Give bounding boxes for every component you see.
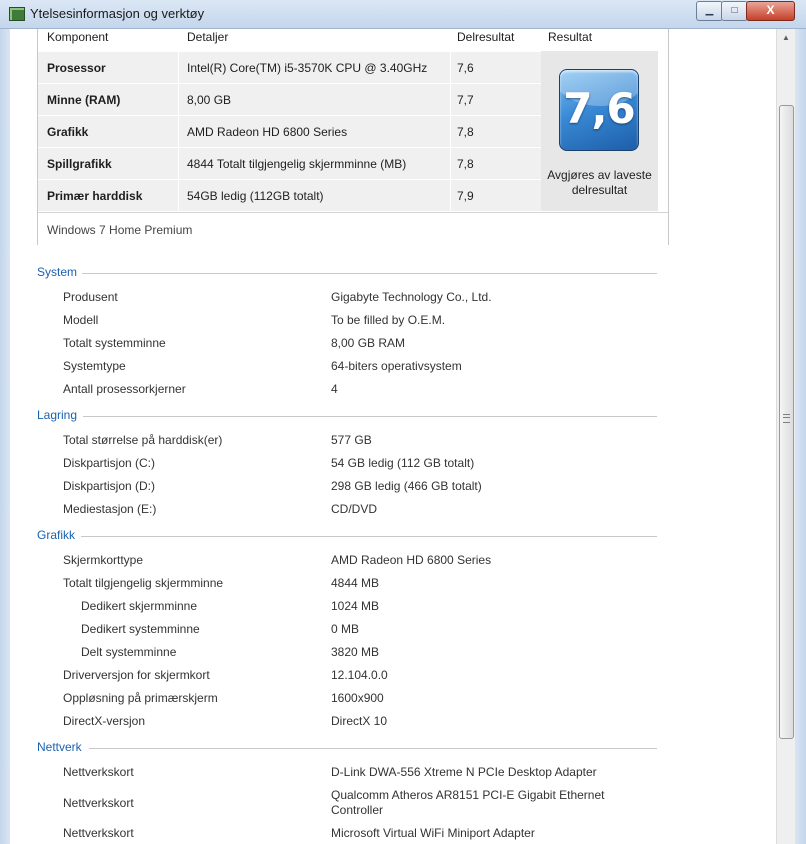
info-value: 1600x900 (331, 691, 384, 705)
info-value: 4 (331, 382, 338, 396)
info-label: Driverversjon for skjermkort (63, 668, 210, 682)
info-value: Microsoft Virtual WiFi Miniport Adapter (331, 826, 535, 840)
section-title-network: Nettverk (37, 740, 82, 754)
section-title-graphics: Grafikk (37, 528, 76, 542)
minimize-button[interactable]: ▁ (696, 1, 723, 21)
base-score-badge: 7,6 (559, 69, 639, 151)
header-component: Komponent (47, 30, 109, 44)
window-frame-left (0, 29, 10, 844)
info-value: To be filled by O.E.M. (331, 313, 446, 327)
info-value: 577 GB (331, 433, 372, 447)
scroll-up-arrow-icon[interactable]: ▲ (778, 30, 794, 46)
component-name: Spillgrafikk (47, 157, 112, 171)
info-label: Diskpartisjon (C:) (63, 456, 156, 470)
component-details: AMD Radeon HD 6800 Series (187, 125, 348, 139)
info-label: Dedikert skjermminne (81, 599, 198, 613)
component-name: Primær harddisk (47, 189, 143, 203)
info-label: Systemtype (63, 359, 126, 373)
info-value: 3820 MB (331, 645, 380, 659)
title-bar: Ytelsesinformasjon og verktøy ▁ □ X (0, 0, 806, 29)
section-divider (82, 273, 657, 274)
window-frame-right (795, 29, 806, 844)
info-value: 54 GB ledig (112 GB totalt) (331, 456, 475, 470)
close-button[interactable]: X (746, 1, 795, 21)
info-value: 8,00 GB RAM (331, 336, 406, 350)
info-label: Nettverkskort (63, 826, 134, 840)
info-label: Modell (63, 313, 99, 327)
info-label: Delt systemminne (81, 645, 177, 659)
info-value: 1024 MB (331, 599, 380, 613)
base-score-value: 7,6 (563, 84, 635, 133)
scrollbar-grip-icon (783, 414, 790, 423)
component-subscore: 7,9 (457, 189, 474, 203)
component-details: 8,00 GB (187, 93, 232, 107)
info-value: 12.104.0.0 (331, 668, 388, 682)
section-title-storage: Lagring (37, 408, 78, 422)
info-label: Antall prosessorkjerner (63, 382, 186, 396)
info-label: Skjermkorttype (63, 553, 144, 567)
component-details: 4844 Totalt tilgjengelig skjermminne (MB… (187, 157, 407, 171)
score-table-header: Komponent Detaljer Delresultat Resultat (38, 29, 668, 51)
info-label: Oppløsning på primærskjerm (63, 691, 218, 705)
info-value: CD/DVD (331, 502, 378, 516)
info-label: Dedikert systemminne (81, 622, 200, 636)
component-subscore: 7,8 (457, 125, 474, 139)
score-row-processor: Prosessor Intel(R) Core(TM) i5-3570K CPU… (38, 51, 541, 83)
info-label: Totalt systemminne (63, 336, 166, 350)
info-value: D-Link DWA-556 Xtreme N PCIe Desktop Ada… (331, 765, 597, 779)
scrollbar-thumb[interactable] (779, 105, 794, 739)
content-area: Komponent Detaljer Delresultat Resultat … (11, 29, 775, 844)
score-row-primary-disk: Primær harddisk 54GB ledig (112GB totalt… (38, 179, 541, 211)
component-name: Minne (RAM) (47, 93, 121, 107)
info-value: AMD Radeon HD 6800 Series (331, 553, 492, 567)
component-details: 54GB ledig (112GB totalt) (187, 189, 324, 203)
info-value: 298 GB ledig (466 GB totalt) (331, 479, 482, 493)
score-row-memory: Minne (RAM) 8,00 GB 7,7 (38, 83, 541, 115)
info-value: 64-biters operativsystem (331, 359, 462, 373)
component-subscore: 7,8 (457, 157, 474, 171)
component-subscore: 7,6 (457, 61, 474, 75)
info-label: Nettverkskort (63, 765, 134, 779)
os-edition-row: Windows 7 Home Premium (38, 212, 668, 245)
info-value: Qualcomm Atheros AR8151 PCI-E Gigabit Et… (331, 788, 605, 817)
component-details: Intel(R) Core(TM) i5-3570K CPU @ 3.40GHz (187, 61, 428, 75)
info-label: Nettverkskort (63, 796, 134, 810)
info-label: Diskpartisjon (D:) (63, 479, 156, 493)
app-icon (9, 7, 25, 21)
info-label: DirectX-versjon (63, 714, 146, 728)
section-divider (89, 748, 657, 749)
info-value: 4844 MB (331, 576, 380, 590)
component-subscore: 7,7 (457, 93, 474, 107)
info-label: Total størrelse på harddisk(er) (63, 433, 223, 447)
info-value: DirectX 10 (331, 714, 388, 728)
info-label: Totalt tilgjengelig skjermminne (63, 576, 224, 590)
section-title-system: System (37, 265, 78, 279)
os-edition: Windows 7 Home Premium (47, 223, 193, 237)
score-table: Komponent Detaljer Delresultat Resultat … (37, 29, 669, 245)
base-score-note: Avgjøres av laveste delresultat (547, 168, 652, 197)
score-row-gaming-graphics: Spillgrafikk 4844 Totalt tilgjengelig sk… (38, 147, 541, 179)
info-value: Gigabyte Technology Co., Ltd. (331, 290, 492, 304)
score-row-graphics: Grafikk AMD Radeon HD 6800 Series 7,8 (38, 115, 541, 147)
vertical-scrollbar[interactable]: ▲ (776, 29, 795, 844)
header-details: Detaljer (187, 30, 229, 44)
maximize-button[interactable]: □ (721, 1, 748, 21)
component-name: Grafikk (47, 125, 89, 139)
header-subscore: Delresultat (457, 30, 515, 44)
component-name: Prosessor (47, 61, 106, 75)
info-label: Mediestasjon (E:) (63, 502, 157, 516)
header-result: Resultat (548, 30, 593, 44)
base-score-panel: 7,6 Avgjøres av laveste delresultat (541, 51, 658, 211)
window-title: Ytelsesinformasjon og verktøy (30, 6, 205, 21)
section-divider (81, 536, 657, 537)
info-value: 0 MB (331, 622, 360, 636)
section-divider (83, 416, 657, 417)
info-label: Produsent (63, 290, 118, 304)
